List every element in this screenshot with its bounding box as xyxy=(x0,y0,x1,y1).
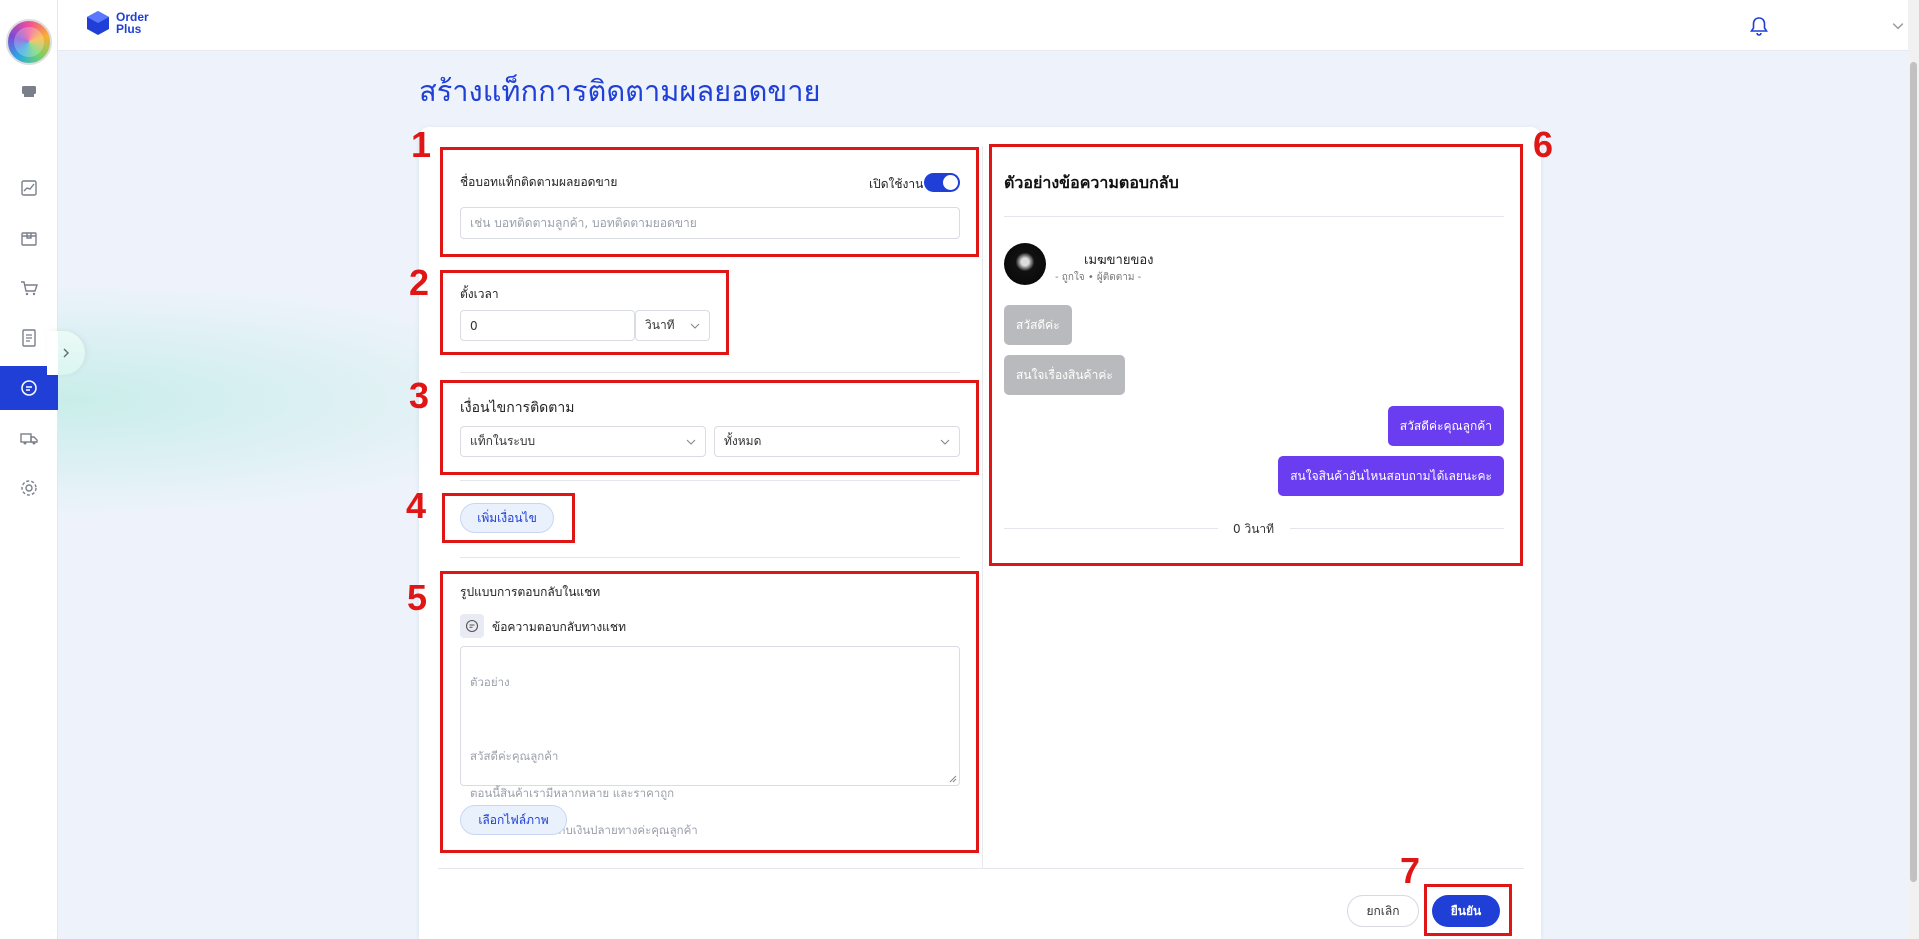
annotation-number: 1 xyxy=(411,124,432,165)
annotation-number: 2 xyxy=(409,262,430,303)
brand-line2: Plus xyxy=(116,22,142,36)
annotation-number: 4 xyxy=(406,485,427,526)
divider xyxy=(460,557,960,558)
annotation-number: 7 xyxy=(1400,850,1421,891)
annotation-box xyxy=(442,493,575,543)
annotation-number: 3 xyxy=(409,375,430,416)
annotation-box xyxy=(440,270,729,355)
bell-icon[interactable] xyxy=(1748,15,1770,37)
page-scrollbar[interactable] xyxy=(1908,0,1919,939)
chart-icon[interactable] xyxy=(0,166,58,210)
column-divider xyxy=(982,146,983,868)
app-logo[interactable] xyxy=(6,19,52,65)
annotation-number: 6 xyxy=(1533,124,1554,165)
annotation-box xyxy=(1424,884,1512,936)
footer-divider xyxy=(438,868,1524,869)
annotation-box xyxy=(440,380,979,475)
scrollbar-thumb[interactable] xyxy=(1910,62,1917,882)
divider xyxy=(460,372,960,373)
sidebar xyxy=(0,0,58,939)
box-icon[interactable] xyxy=(0,216,58,260)
truck-icon[interactable] xyxy=(0,416,58,460)
divider xyxy=(460,480,960,481)
brand-logo[interactable]: Order Plus xyxy=(86,10,149,36)
cancel-button[interactable]: ยกเลิก xyxy=(1347,895,1419,927)
annotation-number: 5 xyxy=(407,577,428,618)
page-title: สร้างแท็กการติดตามผลยอดขาย xyxy=(419,76,821,108)
topbar: Order Plus xyxy=(58,0,1908,51)
cart-icon[interactable] xyxy=(0,266,58,310)
annotation-box xyxy=(440,147,979,257)
store-icon[interactable] xyxy=(0,69,58,113)
annotation-box xyxy=(989,144,1523,566)
annotation-box xyxy=(440,571,979,853)
cube-logo-icon xyxy=(87,11,109,35)
chevron-down-icon[interactable] xyxy=(1892,20,1904,32)
gear-icon[interactable] xyxy=(0,466,58,510)
